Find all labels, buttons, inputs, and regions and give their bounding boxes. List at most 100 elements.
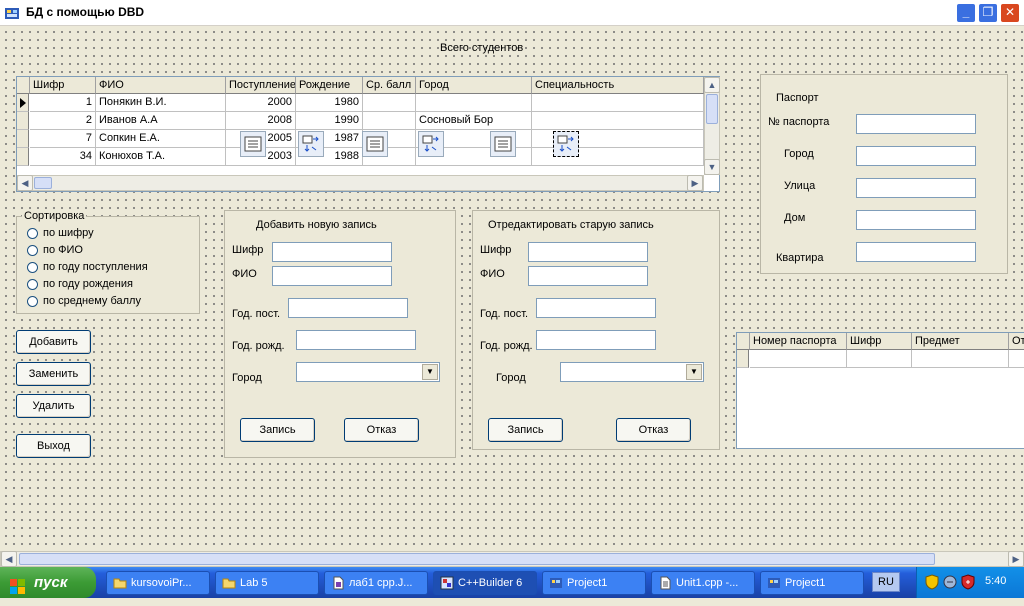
col-header[interactable]: ФИО	[96, 77, 226, 94]
restore-button[interactable]: ❐	[978, 3, 998, 23]
sort-radio[interactable]	[27, 279, 38, 290]
sort-radio[interactable]	[27, 228, 38, 239]
table-cell[interactable]: Сосновый Бор	[416, 112, 532, 130]
add-button[interactable]: Добавить	[16, 330, 91, 354]
passport-street-input[interactable]	[856, 178, 976, 198]
datasource-component-icon[interactable]	[362, 131, 388, 157]
edit-code-input[interactable]	[528, 242, 648, 262]
scroll-right-icon[interactable]: ▶	[687, 175, 703, 191]
table-cell[interactable]: Понякин В.И.	[96, 94, 226, 112]
task-item[interactable]: Unit1.cpp -...	[651, 571, 755, 595]
col-header[interactable]: Ср. балл	[363, 77, 416, 94]
task-item-active[interactable]: C++Builder 6	[433, 571, 537, 595]
grades-grid[interactable]: Номер паспорта Шифр Предмет От	[736, 332, 1024, 449]
sort-option-label[interactable]: по шифру	[43, 227, 94, 239]
table-component-icon[interactable]	[298, 131, 324, 157]
table-cell[interactable]: 1990	[296, 112, 363, 130]
scroll-left-icon[interactable]: ◀	[1, 551, 17, 567]
table-cell[interactable]: 2	[30, 112, 96, 130]
sort-option-label[interactable]: по году рождения	[43, 278, 133, 290]
minimize-button[interactable]: _	[956, 3, 976, 23]
table-cell[interactable]	[750, 350, 847, 368]
add-save-button[interactable]: Запись	[240, 418, 315, 442]
scroll-down-icon[interactable]: ▼	[704, 159, 720, 175]
col-header[interactable]: Шифр	[847, 333, 912, 350]
task-item[interactable]: Project1	[542, 571, 646, 595]
scroll-right-icon[interactable]: ▶	[1008, 551, 1024, 567]
chevron-down-icon[interactable]: ▼	[686, 364, 702, 380]
col-header[interactable]: Поступление	[226, 77, 296, 94]
table-cell[interactable]	[416, 94, 532, 112]
table-cell[interactable]: 34	[30, 148, 96, 166]
task-item[interactable]: Lab 5	[215, 571, 319, 595]
table-cell[interactable]	[363, 94, 416, 112]
sort-radio[interactable]	[27, 296, 38, 307]
add-cancel-button[interactable]: Отказ	[344, 418, 419, 442]
start-button[interactable]: пуск	[0, 567, 96, 598]
passport-number-input[interactable]	[856, 114, 976, 134]
table-cell[interactable]	[912, 350, 1009, 368]
edit-save-button[interactable]: Запись	[488, 418, 563, 442]
task-item[interactable]: kursovoiPr...	[106, 571, 210, 595]
security-shield-icon[interactable]	[925, 574, 939, 590]
table-cell[interactable]	[532, 94, 704, 112]
edit-name-input[interactable]	[528, 266, 648, 286]
col-header[interactable]: Шифр	[30, 77, 96, 94]
edit-year-birth-input[interactable]	[536, 330, 656, 350]
task-item[interactable]: Project1	[760, 571, 864, 595]
sort-option-label[interactable]: по году поступления	[43, 261, 148, 273]
clock[interactable]: 5:40	[985, 575, 1006, 587]
row-indicator[interactable]	[17, 112, 29, 130]
language-indicator[interactable]: RU	[872, 572, 900, 592]
col-header[interactable]: Предмет	[912, 333, 1009, 350]
table-component-icon[interactable]	[418, 131, 444, 157]
scroll-thumb[interactable]	[19, 553, 935, 565]
chevron-down-icon[interactable]: ▼	[422, 364, 438, 380]
replace-button[interactable]: Заменить	[16, 362, 91, 386]
row-indicator[interactable]	[737, 350, 749, 368]
edit-year-in-input[interactable]	[536, 298, 656, 318]
sort-option-label[interactable]: по среднему баллу	[43, 295, 141, 307]
scroll-up-icon[interactable]: ▲	[704, 77, 720, 93]
sort-radio[interactable]	[27, 245, 38, 256]
table-cell[interactable]	[532, 112, 704, 130]
col-header[interactable]: Номер паспорта	[750, 333, 847, 350]
edit-cancel-button[interactable]: Отказ	[616, 418, 691, 442]
sort-radio[interactable]	[27, 262, 38, 273]
col-header[interactable]: Город	[416, 77, 532, 94]
table-cell[interactable]: 1	[30, 94, 96, 112]
grid-horizontal-scrollbar[interactable]: ◀ ▶	[17, 175, 704, 191]
selected-table-component-icon[interactable]	[553, 131, 579, 157]
form-horizontal-scrollbar[interactable]: ◀ ▶	[0, 551, 1024, 567]
add-city-select[interactable]: ▼	[296, 362, 440, 382]
task-item[interactable]: лаб1 cpp.J...	[324, 571, 428, 595]
scroll-thumb[interactable]	[34, 177, 52, 189]
datasource-component-icon[interactable]	[240, 131, 266, 157]
antivirus-icon[interactable]	[943, 574, 957, 590]
scroll-thumb[interactable]	[706, 94, 718, 124]
table-cell[interactable]: Иванов А.А	[96, 112, 226, 130]
passport-house-input[interactable]	[856, 210, 976, 230]
table-cell[interactable]: 7	[30, 130, 96, 148]
grid-vertical-scrollbar[interactable]: ▲ ▼	[704, 77, 720, 175]
row-indicator[interactable]	[17, 130, 29, 148]
col-header[interactable]: Специальность	[532, 77, 704, 94]
edit-city-select[interactable]: ▼	[560, 362, 704, 382]
table-cell[interactable]: 1980	[296, 94, 363, 112]
add-name-input[interactable]	[272, 266, 392, 286]
table-cell[interactable]	[847, 350, 912, 368]
col-header[interactable]: Рождение	[296, 77, 363, 94]
scroll-left-icon[interactable]: ◀	[17, 175, 33, 191]
table-cell[interactable]: Сопкин Е.А.	[96, 130, 226, 148]
table-cell[interactable]: Конюхов Т.А.	[96, 148, 226, 166]
col-header[interactable]: От	[1009, 333, 1024, 350]
table-cell[interactable]: 2008	[226, 112, 296, 130]
table-cell[interactable]: 2000	[226, 94, 296, 112]
add-year-in-input[interactable]	[288, 298, 408, 318]
row-indicator[interactable]	[17, 148, 29, 166]
row-indicator[interactable]	[17, 94, 29, 112]
passport-city-input[interactable]	[856, 146, 976, 166]
table-cell[interactable]	[363, 112, 416, 130]
delete-button[interactable]: Удалить	[16, 394, 91, 418]
table-cell[interactable]	[1009, 350, 1024, 368]
